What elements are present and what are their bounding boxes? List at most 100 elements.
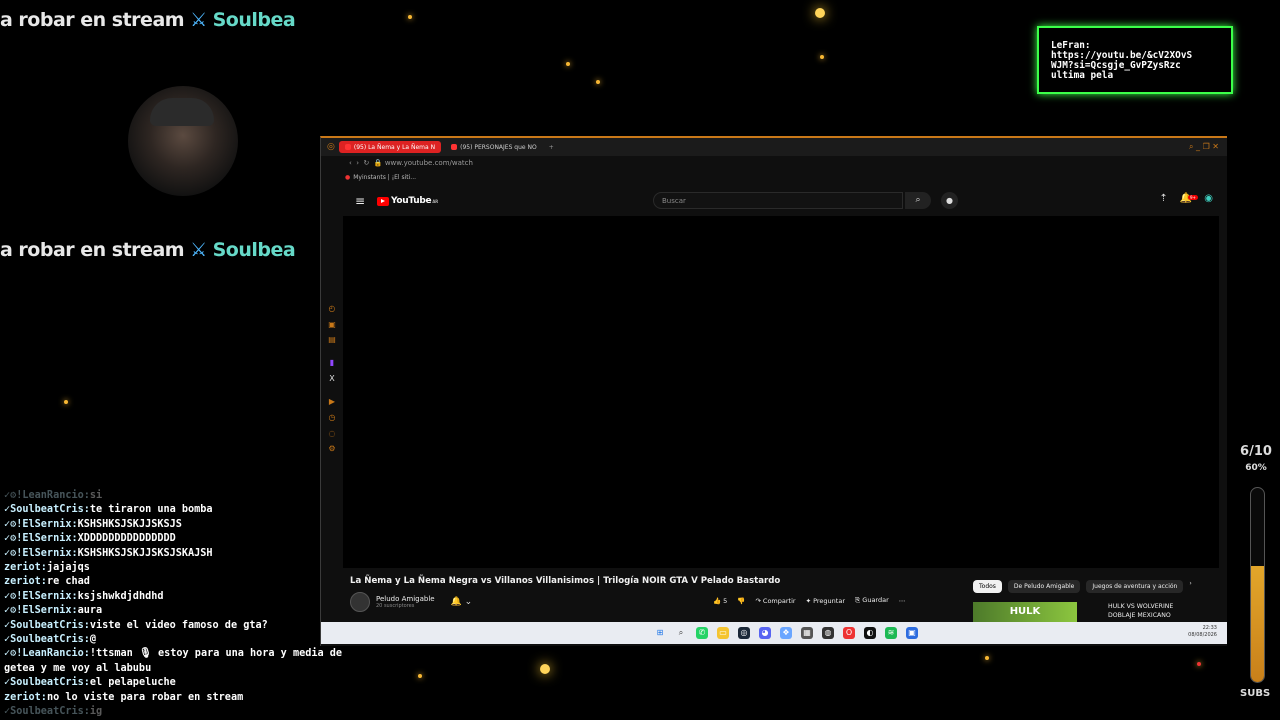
tab-personajes[interactable]: (95) PERSONAJES que NO [445,141,543,153]
sub-goal: 6/10 60% [1236,444,1276,473]
opera-logo-icon[interactable]: ◎ [327,142,335,152]
microphone-icon[interactable]: ● [941,192,958,209]
youtube-logo[interactable]: YouTube AR [377,196,438,206]
country-code: AR [432,198,438,204]
folder-icon[interactable]: ▭ [717,627,729,639]
chip-all[interactable]: Todos [973,580,1002,593]
address-bar[interactable]: ‹ › ↻ 🔒 www.youtube.com/watch [321,156,1227,170]
chat-username: ✓⚙!ElSernix: [4,518,78,530]
chat-username: ✓⚙!LeanRancio: [4,648,90,660]
forward-icon[interactable]: › [356,159,359,167]
ask-button[interactable]: ✦ Preguntar [806,597,845,605]
search-icon[interactable]: ⌕ [905,192,931,209]
avatar[interactable]: ◉ [1204,193,1213,204]
chat-text: te tiraron una bomba [89,504,213,516]
chat-username: ✓⚙!ElSernix: [4,533,78,545]
star-particle [64,400,68,404]
scrolling-banner: a robar en stream ⚔ Soulbea [0,239,296,261]
goal-count: 6/10 [1240,444,1272,459]
banner-text: Soulbea [212,239,296,261]
tab-bar: ◎ (95) La Ñema y La Ñema N (95) PERSONAJ… [321,138,1227,156]
more-icon[interactable]: ⋯ [899,597,906,605]
chat-username: zeriot: [4,562,47,574]
system-clock[interactable]: 22:33 08/08/2026 [1188,625,1217,639]
star-particle [596,80,600,84]
star-particle [408,15,412,19]
reload-icon[interactable]: ↻ [364,159,370,167]
sidebar-icon[interactable]: ▤ [327,335,337,345]
windows-taskbar: ⊞ ⌕ ✆ ▭ ◎ ◕ ❖ ▦ ◍ O ◐ ≋ ▣ 22:33 08/08/20… [321,622,1227,644]
stream-chat: ✓⚙!LeanRancio:si ✓SoulbeatCris:te tiraron… [4,489,434,720]
chat-message: ✓SoulbeatCris:@ [4,633,434,647]
goal-percent: 60% [1245,463,1267,473]
chat-text: no lo viste para robar en stream [46,691,244,703]
filter-chips: Todos De Peludo Amigable Juegos de avent… [973,580,1192,593]
tab-label: (95) PERSONAJES que NO [460,143,537,151]
chevron-right-icon[interactable]: › [1189,580,1191,593]
steam-icon[interactable]: ◎ [738,627,750,639]
bookmark-item[interactable]: Myinstants | ¡El siti... [353,174,416,181]
back-icon[interactable]: ‹ [349,159,352,167]
tab-video[interactable]: (95) La Ñema y La Ñema N [338,141,442,153]
chat-message: zeriot:no lo viste para robar en stream [4,691,434,705]
x-icon[interactable]: X [327,374,337,384]
sword-icon: ⚔ [190,239,207,261]
chat-text: re chad [46,576,90,588]
subscribe-bell-icon[interactable]: 🔔 ⌄ [451,597,473,607]
sidebar-icon[interactable]: ◴ [327,304,337,314]
sidebar-icon[interactable]: ▣ [327,320,337,330]
share-button[interactable]: ↷ Compartir [755,597,795,605]
twitch-icon[interactable]: ▮ [327,358,337,368]
recommended-thumbnail[interactable]: HULK [973,602,1077,622]
discord-icon[interactable]: ◕ [759,627,771,639]
star-particle [815,8,825,18]
opera-icon[interactable]: O [843,627,855,639]
spotify-icon[interactable]: ≋ [885,627,897,639]
menu-icon[interactable]: ≡ [355,194,369,208]
save-button[interactable]: ⎘ Guardar [855,596,889,605]
star-particle [985,656,989,660]
player-icon[interactable]: ▶ [327,397,337,407]
settings-icon[interactable]: ⚙ [327,444,337,454]
search-input[interactable]: Buscar [653,192,903,209]
like-button[interactable]: 👍 5 [713,597,727,605]
chat-text: si [89,490,103,501]
history-icon[interactable]: ◷ [327,413,337,423]
obs-icon[interactable]: ◍ [822,627,834,639]
chat-message: getea y me voy al labubu [4,662,434,676]
chip-channel[interactable]: De Peludo Amigable [1007,580,1081,593]
windows-start-icon[interactable]: ⊞ [654,627,666,639]
search-icon[interactable]: ⌕ [675,627,687,639]
window-controls[interactable]: ⌕ _ ❐ ✕ [1189,142,1219,152]
chat-message: ✓⚙!ElSernix:XDDDDDDDDDDDDDDD [4,532,434,546]
chat-message: ✓SoulbeatCris:ig [4,705,434,719]
upload-icon[interactable]: ⇡ [1159,193,1167,204]
app-icon[interactable]: ◐ [864,627,876,639]
url-text[interactable]: www.youtube.com/watch [385,159,473,167]
chat-username: ✓SoulbeatCris: [4,504,90,516]
banner-text: a robar en stream [0,239,185,261]
new-tab-icon[interactable]: + [549,144,554,151]
chat-icon[interactable]: ◌ [327,429,337,439]
chat-text: KSHSHKSJSKJJSKSJS [77,518,182,530]
chip-games[interactable]: Juegos de aventura y acción [1086,580,1184,593]
dislike-icon[interactable]: 👎 [737,597,745,605]
chat-username: ✓⚙!ElSernix: [4,590,78,602]
chat-text: ksjshwkdjdhdhd [77,590,164,602]
app-icon[interactable]: ▣ [906,627,918,639]
whatsapp-icon[interactable]: ✆ [696,627,708,639]
app-icon[interactable]: ▦ [801,627,813,639]
chat-message: ✓⚙!LeanRancio:!ttsman 🎙 estoy para una h… [4,647,434,661]
notification-badge: 9+ [1188,195,1198,200]
chat-highlight-box: LeFran: https://youtu.be/&cV2XOvS WJM?si… [1037,26,1233,94]
lock-icon: 🔒 [373,159,383,167]
ask-label: Preguntar [813,596,845,605]
recommended-title[interactable]: HULK VS WOLVERINE DOBLAJE MEXICANO [1108,602,1173,620]
video-player[interactable] [343,216,1219,568]
chat-username: ✓SoulbeatCris: [4,634,90,646]
app-icon[interactable]: ❖ [780,627,792,639]
chat-message: ✓SoulbeatCris:te tiraron una bomba [4,503,434,517]
goal-label: SUBS [1240,688,1271,699]
clock-time: 22:33 [1202,625,1217,631]
chat-text: jajajqs [46,562,90,574]
